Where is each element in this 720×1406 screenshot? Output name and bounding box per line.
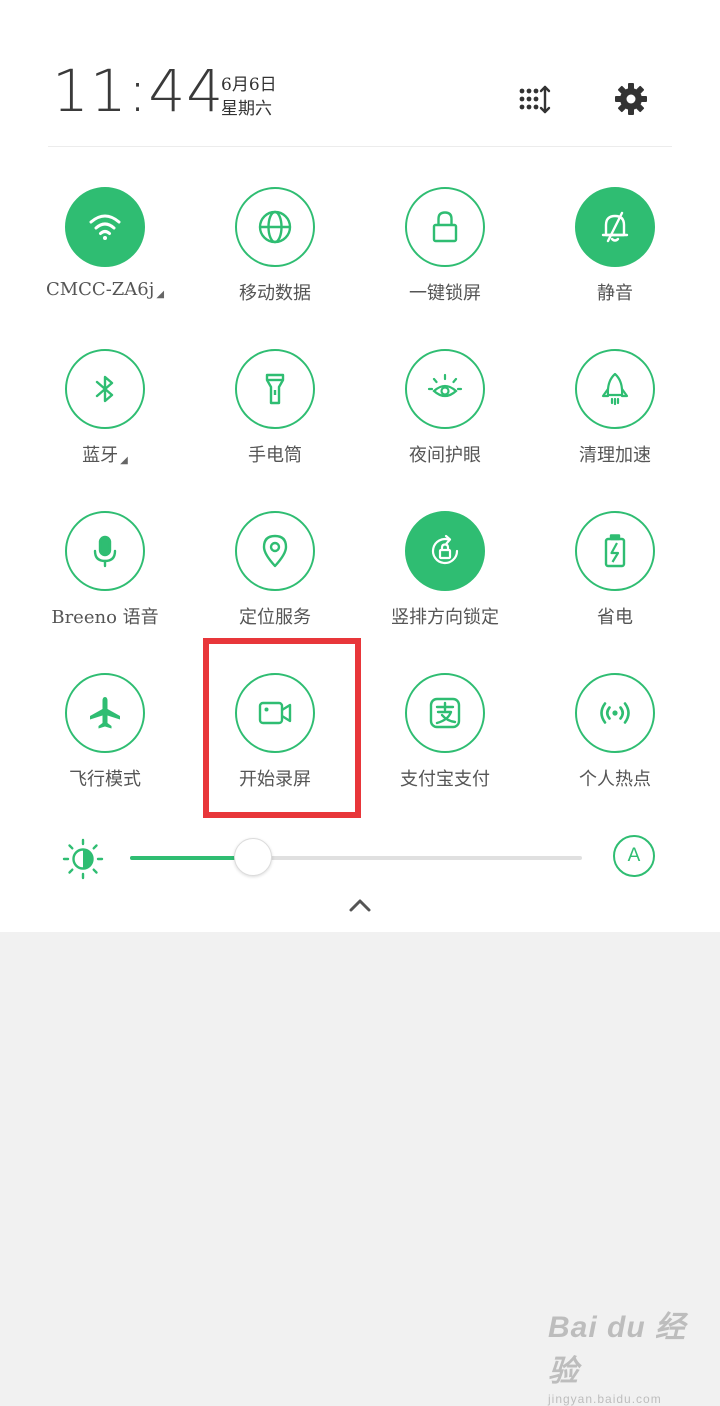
tile-label: 省电 [597,607,633,628]
rotation-lock-icon [405,511,485,591]
chevron-up-icon[interactable] [343,892,377,918]
airplane-icon [65,673,145,753]
battery-saver-icon [575,511,655,591]
tile-flashlight[interactable]: 手电筒 [190,349,360,489]
tile-label: Breeno 语音 [51,607,159,628]
tile-label: 支付宝支付 [400,769,490,790]
tile-label: 移动数据 [239,283,311,304]
tile-label: 静音 [597,283,633,304]
tile-label: CMCC-ZA6j [45,279,155,300]
tile-bluetooth[interactable]: 蓝牙 ◢ [20,349,190,489]
tile-night-mode[interactable]: 夜间护眼 [360,349,530,489]
watermark-brand: Bai du 经验 [548,1311,687,1388]
hotspot-icon [575,673,655,753]
tile-wifi[interactable]: CMCC-ZA6j ◢ [20,187,190,327]
brightness-slider[interactable] [130,838,582,876]
brightness-icon [62,838,104,880]
weekday-label: 星期六 [221,99,272,119]
gear-icon[interactable] [613,81,649,117]
tile-label: 手电筒 [248,445,302,466]
tile-airplane-mode[interactable]: 飞行模式 [20,673,190,813]
microphone-icon [65,511,145,591]
wifi-icon [65,187,145,267]
tile-lock-screen[interactable]: 一键锁屏 [360,187,530,327]
tile-label: 夜间护眼 [409,445,481,466]
tile-alipay[interactable]: 支付宝支付 [360,673,530,813]
tile-label: 一键锁屏 [409,283,481,304]
lock-icon [405,187,485,267]
tile-hotspot[interactable]: 个人热点 [530,673,700,813]
tile-label: 竖排方向锁定 [391,607,499,628]
brightness-slider-thumb[interactable] [234,838,272,876]
flashlight-icon [235,349,315,429]
tile-label: 飞行模式 [69,769,141,790]
grid-sort-icon[interactable] [516,82,552,118]
eye-icon [405,349,485,429]
more-triangle-icon: ◢ [156,289,165,300]
auto-brightness-button[interactable]: A [613,835,655,877]
globe-icon [235,187,315,267]
tile-cleanup[interactable]: 清理加速 [530,349,700,489]
tile-rotation-lock[interactable]: 竖排方向锁定 [360,511,530,651]
tile-location[interactable]: 定位服务 [190,511,360,651]
alipay-icon [405,673,485,753]
tile-label: 清理加速 [579,445,651,466]
tile-label: 定位服务 [239,607,311,628]
watermark: Bai du 经验 jingyan.baidu.com [548,1302,708,1406]
date-block: 6月6日 星期六 [221,73,277,121]
tile-power-saving[interactable]: 省电 [530,511,700,651]
tile-mobile-data[interactable]: 移动数据 [190,187,360,327]
clock: 11:44 [52,57,225,125]
quick-settings-panel: 11:44 6月6日 星期六 CMCC-ZA6j ◢ 移动数据 一键锁屏 静音 … [0,0,720,932]
highlight-box [203,638,361,818]
tile-label: 蓝牙 [82,445,119,466]
rocket-icon [575,349,655,429]
bluetooth-icon [65,349,145,429]
watermark-url: jingyan.baidu.com [548,1392,662,1406]
tile-breeno-voice[interactable]: Breeno 语音 [20,511,190,651]
tile-label: 个人热点 [579,769,651,790]
date-label: 6月6日 [221,75,277,95]
header-divider [48,146,672,147]
more-triangle-icon: ◢ [120,455,128,466]
bell-off-icon [575,187,655,267]
tile-silent[interactable]: 静音 [530,187,700,327]
location-pin-icon [235,511,315,591]
